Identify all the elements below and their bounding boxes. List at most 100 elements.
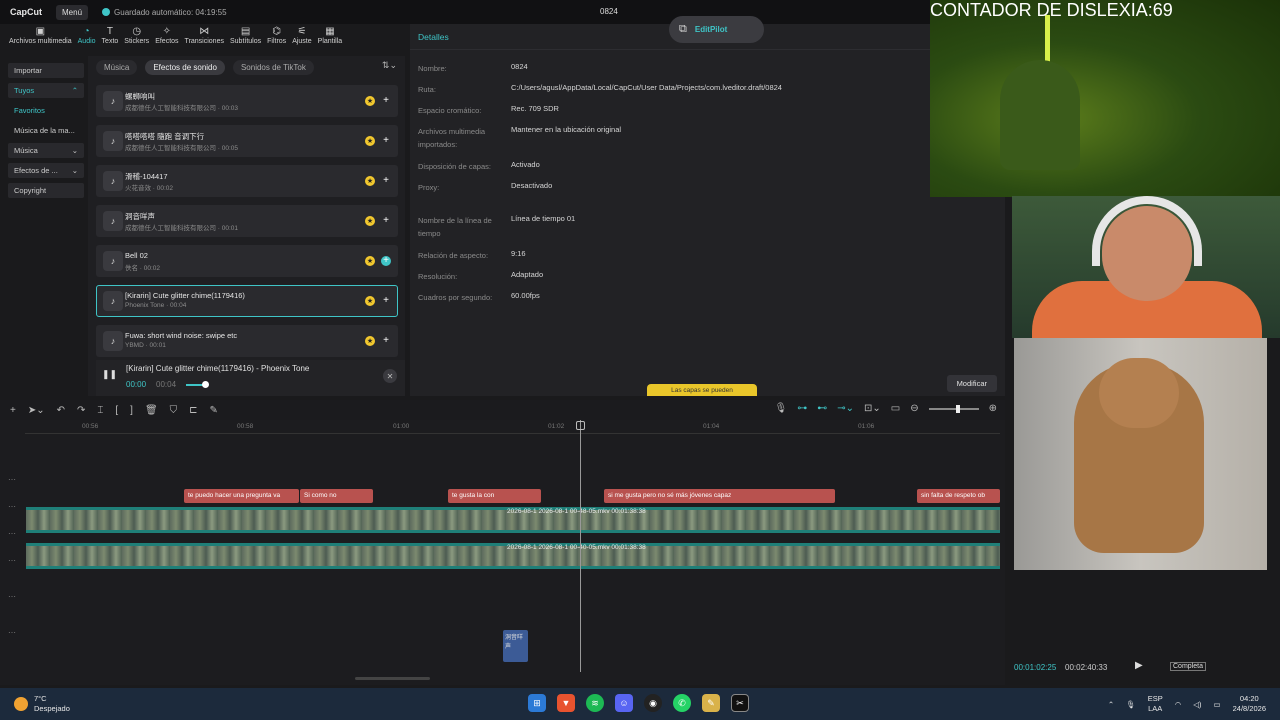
favorite-star-icon[interactable]: ★ <box>365 336 375 346</box>
list-item[interactable]: ♪ Bell 02 佚名 · 00:02 ★ + <box>96 245 398 277</box>
snap-icon[interactable]: ⊸⌄ <box>837 403 854 414</box>
timeline[interactable]: 00:56 00:58 01:00 01:02 01:04 01:06 ⋯ ⋯ ⋯ ⋯… <box>0 420 1005 685</box>
sidebar-item-music[interactable]: Música ⌄ <box>8 143 84 158</box>
spotify-icon[interactable]: ≋ <box>586 694 604 712</box>
horizontal-scrollbar[interactable] <box>355 677 430 680</box>
shield-icon[interactable]: ⛉ <box>170 405 178 416</box>
tab-audio[interactable]: ◔ Audio <box>75 24 99 47</box>
sort-icon[interactable]: ⇅⌄ <box>382 60 397 75</box>
list-item[interactable]: ♪ Fuwa: short wind noise: swipe etc YBMD… <box>96 325 398 357</box>
sidebar-item-favorites[interactable]: Favoritos <box>8 103 84 118</box>
favorite-star-icon[interactable]: ★ <box>365 216 375 226</box>
redo-icon[interactable]: ↷ <box>77 405 85 416</box>
caption-clip[interactable]: Si como no <box>300 489 373 503</box>
tab-text[interactable]: T Texto <box>99 24 122 47</box>
microphone-icon[interactable]: 🎙 <box>775 403 788 414</box>
screen-icon[interactable]: ▭ <box>891 403 900 414</box>
weather-widget[interactable]: 7°C Despejado <box>14 694 70 714</box>
close-icon[interactable]: ✕ <box>383 369 397 383</box>
tab-media[interactable]: ▣ Archivos multimedia <box>6 24 75 47</box>
caption-clip[interactable]: si me gusta pero no sé más jóvenes capaz <box>604 489 835 503</box>
zoom-out-icon[interactable]: ⊖ <box>910 403 918 414</box>
tab-subtitles[interactable]: ▤ Subtítulos <box>227 24 264 47</box>
pause-icon[interactable]: ❚❚ <box>102 369 117 380</box>
modify-button[interactable]: Modificar <box>946 375 997 392</box>
select-tool-icon[interactable]: ➤⌄ <box>28 405 45 416</box>
tab-effects[interactable]: ✧ Efectos <box>152 24 181 47</box>
volume-icon[interactable]: ◁) <box>1193 700 1201 709</box>
sidebar-item-effects[interactable]: Efectos de ... ⌄ <box>8 163 84 178</box>
whatsapp-icon[interactable]: ✆ <box>673 694 691 712</box>
app-icon[interactable]: ✎ <box>702 694 720 712</box>
magnet-icon[interactable]: ⊷ <box>817 403 827 414</box>
add-track-icon[interactable]: + <box>10 405 16 416</box>
audio-clip[interactable]: 洞音咩声 <box>503 630 528 662</box>
editpilot-button[interactable]: ⧉ EditPilot <box>669 16 764 43</box>
play-icon[interactable]: ▶ <box>1135 660 1143 671</box>
obs-icon[interactable]: ◉ <box>644 694 662 712</box>
headset-icon <box>1092 196 1202 266</box>
microphone-icon[interactable]: 🎙 <box>1126 700 1136 709</box>
sidebar-item-music-library[interactable]: Música de la ma... <box>8 123 84 138</box>
trim-left-icon[interactable]: [ <box>115 405 118 416</box>
tab-stickers[interactable]: ◷ Stickers <box>121 24 152 47</box>
favorite-star-icon[interactable]: ★ <box>365 176 375 186</box>
subtab-music[interactable]: Música <box>96 60 138 75</box>
zoom-slider[interactable] <box>928 404 979 413</box>
preview-axis-icon[interactable]: ⊡⌄ <box>864 403 881 414</box>
delete-icon[interactable]: 🗑 <box>145 405 158 416</box>
battery-icon[interactable]: ▭ <box>1214 700 1221 709</box>
zoom-slider-handle[interactable] <box>955 404 960 413</box>
sidebar-item-yours[interactable]: Tuyos ⌃ <box>8 83 84 98</box>
tab-transitions[interactable]: ⋈ Transiciones <box>182 24 227 47</box>
list-item[interactable]: ♪ [Kirarin] Cute glitter chime(1179416) … <box>96 285 398 317</box>
add-icon[interactable]: + <box>381 256 391 266</box>
language-indicator[interactable]: ESP LAA <box>1148 694 1163 714</box>
list-item[interactable]: ♪ 螺蛳响叫 成都德任人工智能科技有限公司 · 00:03 ★ + <box>96 85 398 117</box>
undo-icon[interactable]: ↶ <box>57 405 65 416</box>
add-icon[interactable]: + <box>381 296 391 306</box>
trim-right-icon[interactable]: ] <box>130 405 133 416</box>
draw-icon[interactable]: ✎ <box>210 405 218 416</box>
playhead-handle[interactable] <box>576 421 585 430</box>
capcut-icon[interactable]: ✂ <box>731 694 749 712</box>
sidebar-item-import[interactable]: Importar <box>8 63 84 78</box>
list-item[interactable]: ♪ 滑稽-104417 火花音效 · 00:02 ★ + <box>96 165 398 197</box>
preview-current-time: 00:01:02:25 <box>1014 663 1057 672</box>
link-icon[interactable]: ⊶ <box>797 403 807 414</box>
add-icon[interactable]: + <box>381 216 391 226</box>
tab-adjust[interactable]: ⚟ Ajuste <box>289 24 314 47</box>
favorite-star-icon[interactable]: ★ <box>365 296 375 306</box>
caption-clip[interactable]: te puedo hacer una pregunta va <box>184 489 299 503</box>
tab-filters[interactable]: ⌬ Filtros <box>264 24 289 47</box>
menu-button[interactable]: Menú <box>56 4 89 20</box>
player-scrubber[interactable] <box>202 381 209 388</box>
subtab-sound-effects[interactable]: Efectos de sonido <box>145 60 225 75</box>
list-item[interactable]: ♪ 洞音咩声 成都德任人工智能科技有限公司 · 00:01 ★ + <box>96 205 398 237</box>
playhead[interactable] <box>580 420 581 672</box>
zoom-in-icon[interactable]: ⊕ <box>989 403 997 414</box>
sidebar-item-copyright[interactable]: Copyright <box>8 183 84 198</box>
caption-clip[interactable]: te gusta la con <box>448 489 541 503</box>
add-icon[interactable]: + <box>381 336 391 346</box>
list-item[interactable]: ♪ 嗒嗒嗒嗒 隨跑 音调下行 成都德任人工智能科技有限公司 · 00:05 ★ … <box>96 125 398 157</box>
subtab-tiktok[interactable]: Sonidos de TikTok <box>232 60 314 75</box>
crop-icon[interactable]: ⊏ <box>189 405 197 416</box>
favorite-star-icon[interactable]: ★ <box>365 136 375 146</box>
detail-label: Espacio cromático: <box>418 106 482 115</box>
brave-icon[interactable]: ▼ <box>557 694 575 712</box>
add-icon[interactable]: + <box>381 136 391 146</box>
add-icon[interactable]: + <box>381 176 391 186</box>
add-icon[interactable]: + <box>381 96 391 106</box>
wifi-icon[interactable]: ◠ <box>1175 700 1182 709</box>
favorite-star-icon[interactable]: ★ <box>365 96 375 106</box>
chevron-up-icon[interactable]: ⌃ <box>1108 700 1114 709</box>
discord-icon[interactable]: ☺ <box>615 694 633 712</box>
favorite-star-icon[interactable]: ★ <box>365 256 375 266</box>
tab-template[interactable]: ▦ Plantilla <box>315 24 346 47</box>
windows-start-icon[interactable]: ⊞ <box>528 694 546 712</box>
fit-dropdown[interactable]: Completa <box>1170 662 1206 671</box>
clock[interactable]: 04:20 24/8/2026 <box>1233 694 1266 714</box>
caption-clip[interactable]: sin falta de respeto ob <box>917 489 1000 503</box>
split-icon[interactable]: ⌶ <box>97 405 103 416</box>
